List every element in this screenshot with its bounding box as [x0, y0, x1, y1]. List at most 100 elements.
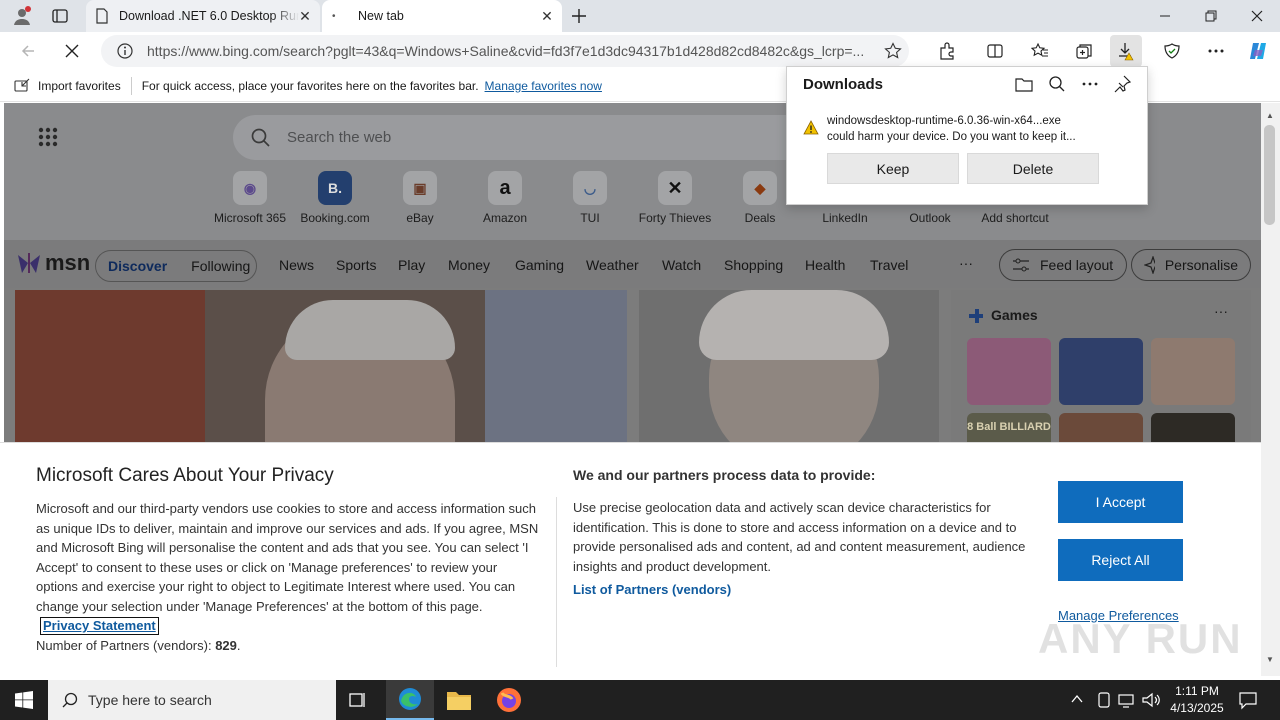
nav-play[interactable]: Play — [398, 257, 425, 273]
new-tab-button[interactable] — [570, 7, 588, 25]
privacy-statement-link[interactable]: Privacy Statement — [40, 617, 159, 635]
clock-date: 4/13/2025 — [1170, 701, 1224, 715]
pin-icon[interactable] — [1113, 75, 1131, 93]
deals-icon: ◆ — [743, 171, 777, 205]
nav-travel[interactable]: Travel — [870, 257, 908, 273]
settings-more-icon[interactable] — [1200, 35, 1232, 67]
downloads-title: Downloads — [803, 76, 884, 93]
privacy-title: Microsoft Cares About Your Privacy — [36, 465, 334, 486]
tab-dotnet[interactable]: Download .NET 6.0 Desktop Runt ✕ — [86, 0, 320, 32]
search-placeholder: Search the web — [287, 129, 392, 146]
site-info-icon[interactable] — [117, 43, 133, 59]
open-folder-icon[interactable] — [1015, 75, 1033, 93]
file-explorer-icon[interactable] — [446, 688, 472, 712]
personalise-button[interactable]: Personalise — [1131, 249, 1251, 281]
feed-layout-button[interactable]: Feed layout — [999, 249, 1127, 281]
device-icon[interactable] — [1096, 692, 1112, 708]
copilot-icon[interactable] — [1242, 35, 1274, 67]
accept-button[interactable]: I Accept — [1058, 481, 1183, 523]
tile-label: Deals — [744, 211, 776, 225]
task-view-icon[interactable] — [348, 690, 368, 710]
msn-logo-text: msn — [45, 250, 91, 275]
network-icon[interactable] — [1118, 692, 1136, 708]
amazon-icon: a — [488, 171, 522, 205]
msn-butterfly-icon — [18, 253, 40, 273]
tile-amazon[interactable]: a Amazon — [462, 171, 548, 225]
divider — [556, 497, 557, 667]
reject-all-button[interactable]: Reject All — [1058, 539, 1183, 581]
nav-watch[interactable]: Watch — [662, 257, 701, 273]
clock[interactable]: 1:11 PM 4/13/2025 — [1168, 683, 1226, 717]
restore-button[interactable] — [1188, 0, 1234, 32]
page-scrollbar[interactable]: ▲ ▼ — [1261, 103, 1280, 676]
nav-money[interactable]: Money — [448, 257, 490, 273]
nav-news[interactable]: News — [279, 257, 314, 273]
back-button[interactable] — [12, 35, 44, 67]
nav-sports[interactable]: Sports — [336, 257, 376, 273]
downloads-button[interactable] — [1110, 35, 1142, 67]
taskbar-search[interactable]: Type here to search — [48, 680, 336, 720]
partners-label: Number of Partners (vendors): — [36, 637, 212, 653]
tab-new-tab[interactable]: • New tab ✕ — [322, 0, 562, 32]
games-icon — [967, 307, 985, 325]
search-icon — [62, 692, 78, 708]
game-thumb-doctor[interactable] — [1151, 338, 1235, 405]
stop-loading-button[interactable] — [56, 35, 88, 67]
tile-booking[interactable]: B. Booking.com — [292, 171, 378, 225]
download-item[interactable]: windowsdesktop-runtime-6.0.36-win-x64...… — [827, 113, 1137, 145]
nav-gaming[interactable]: Gaming — [515, 257, 564, 273]
apps-grid-icon[interactable] — [38, 127, 58, 147]
vendors-list-link[interactable]: List of Partners (vendors) — [573, 582, 731, 597]
close-window-button[interactable] — [1234, 0, 1280, 32]
notifications-icon[interactable] — [1238, 690, 1258, 710]
hero-image-man[interactable] — [15, 290, 627, 450]
close-tab-icon[interactable]: ✕ — [298, 9, 312, 23]
tab-actions-icon[interactable] — [52, 8, 68, 24]
search-downloads-icon[interactable] — [1048, 75, 1066, 93]
close-tab-icon[interactable]: ✕ — [540, 9, 554, 23]
nav-shopping[interactable]: Shopping — [724, 257, 783, 273]
msn-logo[interactable]: msn — [16, 250, 90, 276]
split-screen-icon[interactable] — [979, 35, 1011, 67]
browser-essentials-icon[interactable] — [1156, 35, 1188, 67]
manage-favorites-link[interactable]: Manage favorites now — [485, 79, 602, 93]
tab-following[interactable]: Following — [191, 258, 250, 274]
nav-health[interactable]: Health — [805, 257, 845, 273]
keep-button[interactable]: Keep — [827, 153, 959, 184]
game-thumb-jewels[interactable] — [1059, 338, 1143, 405]
import-favorites-button[interactable]: Import favorites — [38, 79, 121, 93]
tab-discover[interactable]: Discover — [108, 258, 167, 274]
start-button[interactable] — [0, 680, 48, 720]
extensions-icon[interactable] — [931, 35, 963, 67]
hero-image-woman[interactable] — [639, 290, 939, 450]
scroll-thumb[interactable] — [1264, 125, 1275, 225]
profile-icon[interactable] — [12, 6, 32, 26]
favorite-star-icon[interactable] — [884, 42, 902, 60]
volume-icon[interactable] — [1142, 692, 1160, 708]
games-title: Games — [991, 307, 1038, 323]
games-card: Games ··· 8 Ball BILLIARD — [951, 290, 1251, 453]
favorites-icon[interactable] — [1024, 35, 1056, 67]
feed-toggle: Discover Following — [95, 250, 257, 282]
firefox-icon[interactable] — [496, 687, 522, 713]
tile-forty-thieves[interactable]: ✕ Forty Thieves — [632, 171, 718, 225]
scroll-down-icon[interactable]: ▼ — [1266, 655, 1274, 664]
scroll-up-icon[interactable]: ▲ — [1266, 111, 1274, 120]
edge-taskbar-icon[interactable] — [386, 680, 434, 720]
collections-icon[interactable] — [1068, 35, 1100, 67]
data-purposes-title: We and our partners process data to prov… — [573, 467, 876, 483]
minimize-button[interactable] — [1142, 0, 1188, 32]
delete-button[interactable]: Delete — [967, 153, 1099, 184]
tile-microsoft-365[interactable]: ◉ Microsoft 365 — [207, 171, 293, 225]
clock-time: 1:11 PM — [1175, 684, 1219, 698]
search-icon — [251, 128, 271, 148]
tile-tui[interactable]: ◡ TUI — [547, 171, 633, 225]
show-hidden-icons[interactable] — [1070, 692, 1084, 706]
downloads-more-icon[interactable] — [1081, 75, 1099, 93]
nav-more-icon[interactable]: ··· — [959, 255, 973, 271]
game-thumb-makeup[interactable] — [967, 338, 1051, 405]
address-bar[interactable]: https://www.bing.com/search?pglt=43&q=Wi… — [101, 35, 909, 67]
tile-ebay[interactable]: ▣ eBay — [377, 171, 463, 225]
games-more-icon[interactable]: ··· — [1214, 303, 1228, 319]
nav-weather[interactable]: Weather — [586, 257, 639, 273]
